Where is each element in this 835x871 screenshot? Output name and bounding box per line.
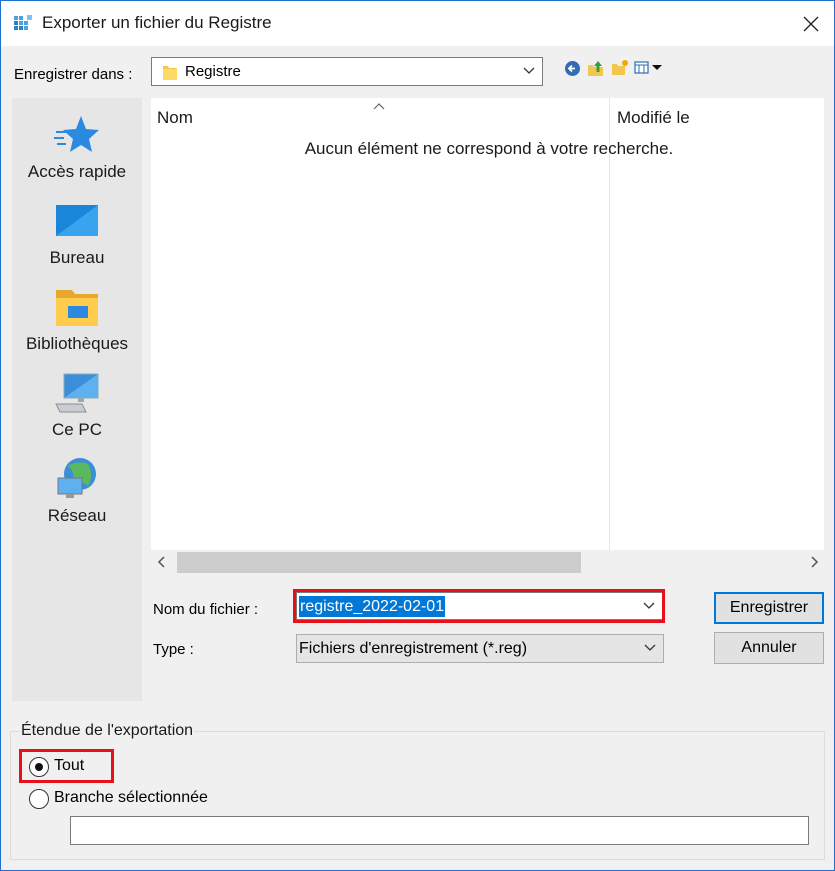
place-label: Accès rapide — [27, 162, 127, 181]
place-label: Ce PC — [51, 420, 103, 439]
place-desktop[interactable]: Bureau — [12, 188, 142, 272]
view-menu-button[interactable] — [634, 58, 664, 78]
close-icon — [803, 16, 819, 31]
place-label: Bureau — [49, 248, 105, 267]
cancel-button[interactable]: Annuler — [714, 632, 824, 664]
network-icon — [57, 458, 96, 498]
close-button[interactable] — [788, 1, 834, 46]
file-list[interactable]: Nom Modifié le Aucun élément ne correspo… — [151, 98, 824, 575]
star-icon — [54, 116, 99, 152]
view-menu-icon — [634, 61, 662, 74]
place-label: Bibliothèques — [25, 334, 129, 353]
up-folder-icon — [588, 61, 603, 76]
export-range-title: Étendue de l'exportation — [20, 722, 195, 740]
libraries-icon — [56, 290, 98, 326]
column-header-modified[interactable]: Modifié le — [617, 108, 690, 128]
back-icon — [564, 60, 580, 76]
file-type-value: Fichiers d'enregistrement (*.reg) — [299, 640, 528, 657]
file-type-select[interactable]: Fichiers d'enregistrement (*.reg) — [296, 634, 664, 663]
radio-selected-branch-label[interactable]: Branche sélectionnée — [54, 789, 208, 807]
chevron-down-icon — [523, 67, 535, 74]
highlight-all-option — [19, 749, 114, 783]
column-header-name[interactable]: Nom — [157, 108, 193, 128]
toolbar — [562, 58, 664, 78]
branch-path-input[interactable] — [70, 816, 809, 845]
scrollbar-thumb[interactable] — [177, 552, 581, 573]
up-folder-button[interactable] — [586, 58, 606, 78]
place-quick-access[interactable]: Accès rapide — [12, 102, 142, 186]
back-button[interactable] — [562, 58, 582, 78]
empty-message: Aucun élément ne correspond à votre rech… — [304, 139, 674, 158]
registry-editor-icon — [14, 15, 32, 30]
column-divider[interactable] — [609, 98, 610, 550]
sort-ascending-icon — [373, 103, 385, 110]
filename-label: Nom du fichier : — [153, 601, 259, 618]
save-in-dropdown[interactable]: Registre — [151, 57, 543, 86]
save-in-value: Registre — [185, 63, 241, 80]
export-dialog: Exporter un fichier du Registre Enregist… — [0, 0, 835, 871]
new-folder-icon — [612, 60, 628, 75]
chevron-down-icon — [644, 644, 656, 651]
horizontal-scrollbar[interactable] — [151, 550, 824, 575]
place-this-pc[interactable]: Ce PC — [12, 360, 142, 444]
folder-icon — [163, 66, 177, 80]
place-libraries[interactable]: Bibliothèques — [12, 274, 142, 358]
place-label: Réseau — [47, 506, 107, 525]
highlight-filename — [293, 589, 665, 623]
computer-icon — [55, 373, 99, 413]
radio-selected-branch[interactable] — [29, 789, 49, 809]
places-bar: Accès rapide Bureau Bibliothèques Ce PC … — [12, 98, 142, 701]
new-folder-button[interactable] — [610, 58, 630, 78]
place-network[interactable]: Réseau — [12, 446, 142, 530]
title-bar: Exporter un fichier du Registre — [1, 1, 834, 46]
save-in-label: Enregistrer dans : — [14, 66, 133, 83]
save-button[interactable]: Enregistrer — [714, 592, 824, 624]
desktop-icon — [56, 205, 98, 236]
window-title: Exporter un fichier du Registre — [42, 13, 272, 32]
scroll-left-icon[interactable] — [157, 555, 167, 569]
type-label: Type : — [153, 641, 194, 658]
scroll-right-icon[interactable] — [809, 555, 819, 569]
